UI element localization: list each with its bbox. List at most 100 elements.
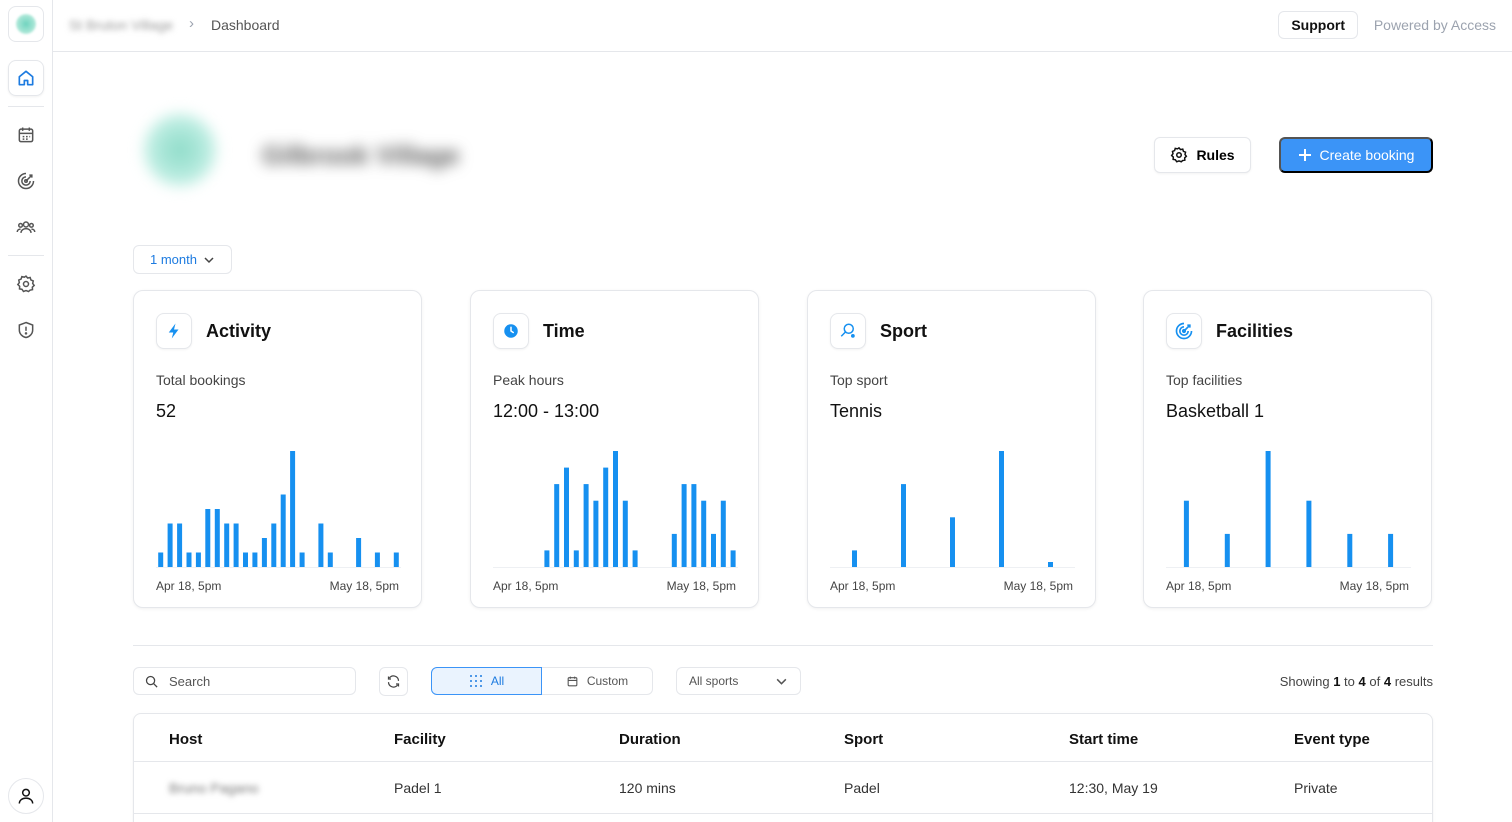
sports-select[interactable]: All sports bbox=[676, 667, 801, 695]
chart-bar bbox=[1183, 500, 1189, 567]
card-label: Peak hours bbox=[493, 372, 564, 388]
bolt-icon bbox=[168, 323, 179, 339]
chart-bar bbox=[573, 550, 579, 567]
chart-bar bbox=[1306, 500, 1312, 567]
sidebar-divider bbox=[8, 106, 44, 107]
bookings-table: Host Facility Duration Sport Start time … bbox=[133, 713, 1433, 822]
breadcrumb-current: Dashboard bbox=[211, 17, 280, 33]
chart-bar bbox=[720, 500, 726, 567]
cell-duration: 120 mins bbox=[619, 780, 676, 796]
activity-chart bbox=[156, 451, 401, 568]
column-header-event-type[interactable]: Event type bbox=[1294, 731, 1370, 748]
card-title: Sport bbox=[880, 321, 927, 341]
card-time: Time Peak hours 12:00 - 13:00 Apr 18, 5p… bbox=[470, 290, 759, 608]
gear-icon bbox=[16, 275, 36, 293]
chart-x-start: Apr 18, 5pm bbox=[1166, 579, 1232, 593]
results-total: 4 bbox=[1383, 674, 1392, 689]
results-suffix: results bbox=[1394, 674, 1433, 689]
column-header-facility[interactable]: Facility bbox=[394, 731, 446, 748]
card-icon-box bbox=[1166, 313, 1202, 349]
card-icon-box bbox=[493, 313, 529, 349]
chart-bar bbox=[603, 467, 609, 567]
chart-bar bbox=[1224, 533, 1230, 567]
results-summary: Showing 1 to 4 of 4 results bbox=[1280, 674, 1433, 689]
column-header-host[interactable]: Host bbox=[169, 731, 202, 748]
sidebar-item-calendar[interactable] bbox=[8, 117, 44, 153]
chart-bar bbox=[167, 523, 173, 567]
segment-custom-label: Custom bbox=[586, 674, 629, 688]
venue-avatar bbox=[140, 110, 220, 190]
breadcrumb-org[interactable]: St Bruton Village bbox=[69, 17, 173, 33]
refresh-icon bbox=[387, 675, 400, 688]
users-icon bbox=[16, 221, 36, 233]
rules-button[interactable]: Rules bbox=[1154, 137, 1251, 173]
create-booking-label: Create booking bbox=[1319, 147, 1415, 163]
chart-bar bbox=[691, 484, 697, 567]
cell-start-time: 12:30, May 19 bbox=[1069, 780, 1158, 796]
card-icon-box bbox=[830, 313, 866, 349]
user-menu-button[interactable] bbox=[8, 778, 44, 814]
results-to: 4 bbox=[1358, 674, 1366, 689]
chart-bar bbox=[1347, 533, 1353, 567]
chart-bar bbox=[681, 484, 687, 567]
period-label: 1 month bbox=[150, 252, 197, 267]
column-header-start-time[interactable]: Start time bbox=[1069, 731, 1138, 748]
sidebar-item-security[interactable] bbox=[8, 312, 44, 348]
calendar-icon bbox=[567, 676, 578, 686]
refresh-button[interactable] bbox=[379, 667, 408, 696]
card-value: Basketball 1 bbox=[1166, 401, 1265, 421]
sidebar-item-members[interactable] bbox=[8, 209, 44, 245]
chart-bar bbox=[271, 523, 277, 567]
chart-x-end: May 18, 5pm bbox=[666, 579, 736, 593]
sidebar-item-analytics[interactable] bbox=[8, 163, 44, 199]
user-icon bbox=[18, 788, 34, 804]
chart-bar bbox=[252, 552, 258, 567]
chart-bar bbox=[177, 523, 183, 567]
chart-bar bbox=[671, 533, 677, 567]
venue-name: Gilbrook Village bbox=[262, 140, 460, 170]
search-box[interactable] bbox=[133, 667, 356, 695]
target-icon bbox=[1175, 322, 1193, 340]
chart-bar bbox=[374, 552, 380, 567]
table-row[interactable]: Bruno Pagano Padel 1 120 mins Padel 12:3… bbox=[134, 762, 1432, 814]
segment-all-label: All bbox=[490, 674, 505, 688]
chart-bar bbox=[1048, 562, 1053, 567]
sidebar-item-home[interactable] bbox=[8, 60, 44, 96]
chart-x-start: Apr 18, 5pm bbox=[493, 579, 559, 593]
chart-x-end: May 18, 5pm bbox=[1003, 579, 1073, 593]
section-divider bbox=[133, 645, 1433, 646]
cell-facility: Padel 1 bbox=[394, 780, 442, 796]
chevron-right-icon: › bbox=[189, 15, 194, 32]
shield-icon bbox=[18, 321, 34, 339]
segment-custom[interactable]: Custom bbox=[542, 667, 653, 695]
rules-label: Rules bbox=[1196, 147, 1235, 163]
search-icon bbox=[145, 675, 158, 688]
results-of-word: of bbox=[1369, 674, 1381, 689]
search-input[interactable] bbox=[169, 673, 339, 689]
chart-bar bbox=[852, 550, 857, 567]
card-sport: Sport Top sport Tennis Apr 18, 5pm May 1… bbox=[807, 290, 1096, 608]
grid-dots-icon bbox=[469, 675, 482, 687]
chevron-down-icon bbox=[776, 678, 787, 685]
support-button[interactable]: Support bbox=[1278, 11, 1358, 39]
create-booking-button[interactable]: Create booking bbox=[1279, 137, 1433, 173]
column-header-sport[interactable]: Sport bbox=[844, 731, 883, 748]
sport-chart bbox=[830, 451, 1075, 568]
card-value: Tennis bbox=[830, 401, 883, 421]
chart-bar bbox=[280, 494, 286, 567]
sports-select-label: All sports bbox=[689, 674, 739, 688]
chart-bar bbox=[632, 550, 638, 567]
chart-bar bbox=[711, 533, 716, 567]
app-logo[interactable] bbox=[8, 6, 44, 42]
clock-icon bbox=[504, 324, 518, 338]
sidebar-item-settings[interactable] bbox=[8, 266, 44, 302]
segment-all[interactable]: All bbox=[431, 667, 542, 695]
chart-bar bbox=[318, 523, 324, 567]
chart-bar bbox=[195, 552, 201, 567]
chart-bar bbox=[327, 552, 333, 567]
topbar: St Bruton Village › Dashboard Support Po… bbox=[53, 0, 1512, 52]
chart-bar bbox=[243, 552, 248, 567]
chart-bar bbox=[290, 451, 296, 567]
period-select[interactable]: 1 month bbox=[133, 245, 232, 274]
column-header-duration[interactable]: Duration bbox=[619, 731, 681, 748]
